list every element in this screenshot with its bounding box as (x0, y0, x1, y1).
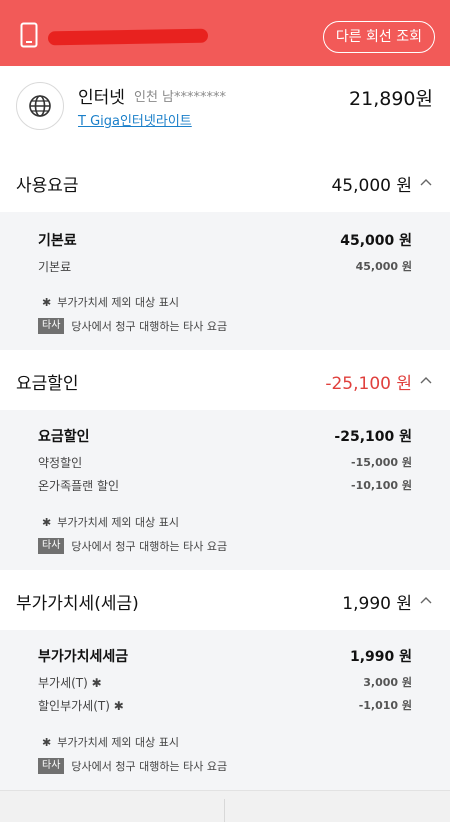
third-party-note: 타사 당사에서 청구 대행하는 타사 요금 (38, 758, 227, 774)
service-total: 21,890원 (349, 88, 433, 110)
note-text: 당사에서 청구 대행하는 타사 요금 (71, 540, 228, 553)
section-title: 요금할인 (16, 374, 79, 394)
usage-main-row: 기본료 45,000 원 (38, 230, 412, 250)
discount-item-row: 온가족플랜 할인 -10,100 원 (38, 477, 412, 497)
chevron-up-icon (420, 179, 432, 186)
section-amount: 1,990 원 (342, 594, 412, 614)
chevron-up-icon (420, 597, 432, 604)
row-label: 기본료 (38, 233, 77, 249)
bottom-action-bar (0, 790, 450, 822)
redacted-phone-number (47, 28, 209, 46)
service-name: 인터넷 (78, 88, 125, 108)
service-location: 인천 남******** (134, 90, 227, 105)
third-party-note: 타사 당사에서 청구 대행하는 타사 요금 (38, 538, 227, 554)
third-party-note: 타사 당사에서 청구 대행하는 타사 요금 (38, 318, 227, 334)
asterisk-icon: ✱ (42, 296, 52, 309)
row-value: 45,000 원 (355, 260, 412, 273)
row-value: -10,100 원 (351, 479, 412, 492)
plan-link[interactable]: T Giga인터넷라이트 (78, 110, 192, 129)
vat-excluded-note: ✱ 부가가치세 제외 대상 표시 (42, 514, 179, 530)
row-label: 부가가치세세금 (38, 649, 129, 665)
other-line-lookup-button[interactable]: 다른 회선 조회 (322, 21, 435, 53)
chevron-up-icon (420, 377, 432, 384)
discount-detail-panel: 요금할인 -25,100 원 약정할인 -15,000 원 온가족플랜 할인 -… (0, 410, 450, 570)
row-value: 3,000 원 (363, 676, 412, 689)
row-value: -15,000 원 (351, 456, 412, 469)
asterisk-icon: ✱ (42, 736, 52, 749)
vat-item-row: 부가세(T) ✱ 3,000 원 (38, 674, 412, 694)
row-value: 1,990 원 (349, 649, 412, 665)
phone-icon (20, 22, 38, 48)
row-label: 요금할인 (38, 429, 90, 445)
divider (224, 799, 225, 822)
row-label: 온가족플랜 할인 (38, 479, 120, 493)
discount-section-header[interactable]: 요금할인 -25,100 원 (0, 350, 450, 410)
row-value: -1,010 원 (358, 699, 412, 712)
vat-excluded-note: ✱ 부가가치세 제외 대상 표시 (42, 294, 179, 310)
vat-section-header[interactable]: 부가가치세(세금) 1,990 원 (0, 570, 450, 630)
section-title: 부가가치세(세금) (16, 594, 139, 614)
usage-item-row: 기본료 45,000 원 (38, 258, 412, 278)
usage-detail-panel: 기본료 45,000 원 기본료 45,000 원 ✱ 부가가치세 제외 대상 표… (0, 212, 450, 350)
service-summary: 인터넷 인천 남******** T Giga인터넷라이트 21,890원 (0, 66, 450, 150)
vat-item-row: 할인부가세(T) ✱ -1,010 원 (38, 697, 412, 717)
section-amount: 45,000 원 (331, 176, 412, 196)
row-label: 할인부가세(T) ✱ (38, 699, 124, 713)
usage-section-header[interactable]: 사용요금 45,000 원 (0, 152, 450, 212)
note-text: 당사에서 청구 대행하는 타사 요금 (71, 320, 228, 333)
row-label: 부가세(T) ✱ (38, 676, 102, 690)
note-text: 부가가치세 제외 대상 표시 (57, 736, 180, 749)
note-text: 부가가치세 제외 대상 표시 (57, 516, 180, 529)
globe-icon (16, 82, 64, 130)
vat-excluded-note: ✱ 부가가치세 제외 대상 표시 (42, 734, 179, 750)
third-party-tag: 타사 (38, 538, 65, 554)
row-value: -25,100 원 (334, 429, 412, 445)
note-text: 당사에서 청구 대행하는 타사 요금 (71, 760, 228, 773)
section-title: 사용요금 (16, 176, 79, 196)
vat-main-row: 부가가치세세금 1,990 원 (38, 646, 412, 666)
asterisk-icon: ✱ (42, 516, 52, 529)
third-party-tag: 타사 (38, 758, 65, 774)
discount-main-row: 요금할인 -25,100 원 (38, 426, 412, 446)
discount-item-row: 약정할인 -15,000 원 (38, 454, 412, 474)
vat-detail-panel: 부가가치세세금 1,990 원 부가세(T) ✱ 3,000 원 할인부가세(T… (0, 630, 450, 790)
row-value: 45,000 원 (340, 233, 412, 249)
row-label: 약정할인 (38, 456, 83, 470)
third-party-tag: 타사 (38, 318, 65, 334)
top-bar: 다른 회선 조회 (0, 0, 450, 66)
row-label: 기본료 (38, 260, 72, 274)
section-amount: -25,100 원 (325, 374, 412, 394)
note-text: 부가가치세 제외 대상 표시 (57, 296, 180, 309)
